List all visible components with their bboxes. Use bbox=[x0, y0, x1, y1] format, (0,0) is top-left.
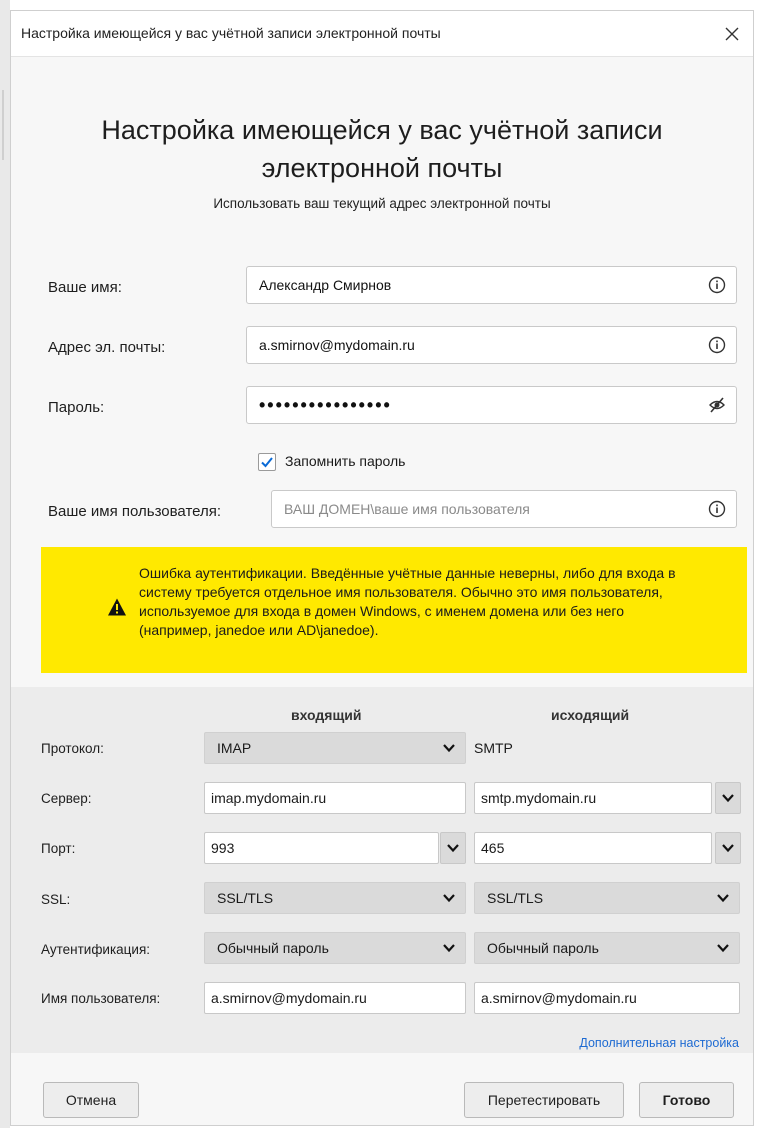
server-username-label: Имя пользователя: bbox=[41, 991, 161, 1006]
remember-password-label[interactable]: Запомнить пароль bbox=[285, 453, 405, 469]
chevron-down-icon bbox=[443, 744, 455, 753]
incoming-auth-select[interactable]: Обычный пароль bbox=[204, 932, 466, 964]
outgoing-auth-select[interactable]: Обычный пароль bbox=[474, 932, 740, 964]
done-button[interactable]: Готово bbox=[639, 1082, 734, 1118]
chevron-down-icon bbox=[447, 844, 459, 853]
outgoing-ssl-select[interactable]: SSL/TLS bbox=[474, 882, 740, 914]
outgoing-ssl-value: SSL/TLS bbox=[487, 890, 544, 906]
chevron-down-icon bbox=[722, 794, 734, 803]
protocol-label: Протокол: bbox=[41, 741, 104, 756]
outgoing-server-input[interactable]: smtp.mydomain.ru bbox=[474, 782, 712, 814]
close-icon bbox=[725, 27, 739, 41]
name-field[interactable]: Александр Смирнов bbox=[246, 266, 737, 304]
outgoing-server-value: smtp.mydomain.ru bbox=[481, 790, 597, 806]
outgoing-port-input[interactable]: 465 bbox=[474, 832, 712, 864]
outgoing-server-dropdown-button[interactable] bbox=[715, 782, 741, 814]
auth-label: Аутентификация: bbox=[41, 942, 151, 957]
password-label: Пароль: bbox=[48, 399, 105, 416]
outgoing-auth-value: Обычный пароль bbox=[487, 940, 599, 956]
incoming-protocol-value: IMAP bbox=[217, 740, 252, 756]
page-title: Настройка имеющейся у вас учётной записи… bbox=[11, 111, 753, 187]
chevron-down-icon bbox=[443, 944, 455, 953]
port-label: Порт: bbox=[41, 841, 76, 856]
outgoing-protocol-value: SMTP bbox=[474, 740, 513, 756]
incoming-port-dropdown-button[interactable] bbox=[440, 832, 466, 864]
chevron-down-icon bbox=[443, 894, 455, 903]
retest-button[interactable]: Перетестировать bbox=[464, 1082, 624, 1118]
outgoing-column-header: исходящий bbox=[551, 707, 630, 723]
background-window-edge bbox=[0, 0, 10, 1128]
info-icon[interactable] bbox=[708, 336, 726, 354]
page-title-text: Настройка имеющейся у вас учётной записи… bbox=[101, 115, 663, 183]
close-button[interactable] bbox=[715, 17, 749, 51]
outgoing-username-input[interactable]: a.smirnov@mydomain.ru bbox=[474, 982, 740, 1014]
email-value: a.smirnov@mydomain.ru bbox=[259, 337, 415, 353]
name-value: Александр Смирнов bbox=[259, 277, 392, 293]
outgoing-username-value: a.smirnov@mydomain.ru bbox=[481, 990, 637, 1006]
incoming-auth-value: Обычный пароль bbox=[217, 940, 329, 956]
email-label: Адрес эл. почты: bbox=[48, 339, 166, 356]
warning-text: Ошибка аутентификации. Введённые учётные… bbox=[139, 565, 676, 638]
info-icon[interactable] bbox=[708, 500, 726, 518]
title-bar: Настройка имеющейся у вас учётной записи… bbox=[11, 11, 753, 57]
incoming-ssl-value: SSL/TLS bbox=[217, 890, 274, 906]
incoming-ssl-select[interactable]: SSL/TLS bbox=[204, 882, 466, 914]
incoming-protocol-select[interactable]: IMAP bbox=[204, 732, 466, 764]
cancel-button[interactable]: Отмена bbox=[43, 1082, 139, 1118]
auth-error-warning: Ошибка аутентификации. Введённые учётные… bbox=[41, 547, 747, 673]
chevron-down-icon bbox=[722, 844, 734, 853]
eye-slash-icon[interactable] bbox=[708, 396, 726, 414]
name-label: Ваше имя: bbox=[48, 279, 122, 296]
info-icon[interactable] bbox=[708, 276, 726, 294]
page-subtitle: Использовать ваш текущий адрес электронн… bbox=[213, 196, 551, 211]
password-value: •••••••••••••••• bbox=[259, 394, 392, 415]
remember-password-checkbox[interactable] bbox=[258, 453, 276, 471]
ssl-label: SSL: bbox=[41, 892, 71, 907]
chevron-down-icon bbox=[717, 894, 729, 903]
outgoing-port-value: 465 bbox=[481, 840, 505, 856]
username-placeholder: ВАШ ДОМЕН\ваше имя пользователя bbox=[284, 501, 530, 517]
window-title: Настройка имеющейся у вас учётной записи… bbox=[21, 25, 441, 41]
password-field[interactable]: •••••••••••••••• bbox=[246, 386, 737, 424]
outgoing-port-dropdown-button[interactable] bbox=[715, 832, 741, 864]
username-field[interactable]: ВАШ ДОМЕН\ваше имя пользователя bbox=[271, 490, 737, 528]
incoming-username-input[interactable]: a.smirnov@mydomain.ru bbox=[204, 982, 466, 1014]
incoming-column-header: входящий bbox=[291, 707, 362, 723]
server-label: Сервер: bbox=[41, 791, 92, 806]
incoming-server-value: imap.mydomain.ru bbox=[211, 790, 327, 806]
advanced-config-link[interactable]: Дополнительная настройка bbox=[579, 1036, 739, 1050]
incoming-port-value: 993 bbox=[211, 840, 235, 856]
chevron-down-icon bbox=[717, 944, 729, 953]
username-label: Ваше имя пользователя: bbox=[48, 503, 222, 520]
incoming-port-input[interactable]: 993 bbox=[204, 832, 439, 864]
incoming-server-input[interactable]: imap.mydomain.ru bbox=[204, 782, 466, 814]
account-setup-dialog: Настройка имеющейся у вас учётной записи… bbox=[10, 10, 754, 1126]
email-field[interactable]: a.smirnov@mydomain.ru bbox=[246, 326, 737, 364]
incoming-username-value: a.smirnov@mydomain.ru bbox=[211, 990, 367, 1006]
warning-icon bbox=[108, 598, 126, 616]
checkmark-icon bbox=[261, 457, 273, 468]
